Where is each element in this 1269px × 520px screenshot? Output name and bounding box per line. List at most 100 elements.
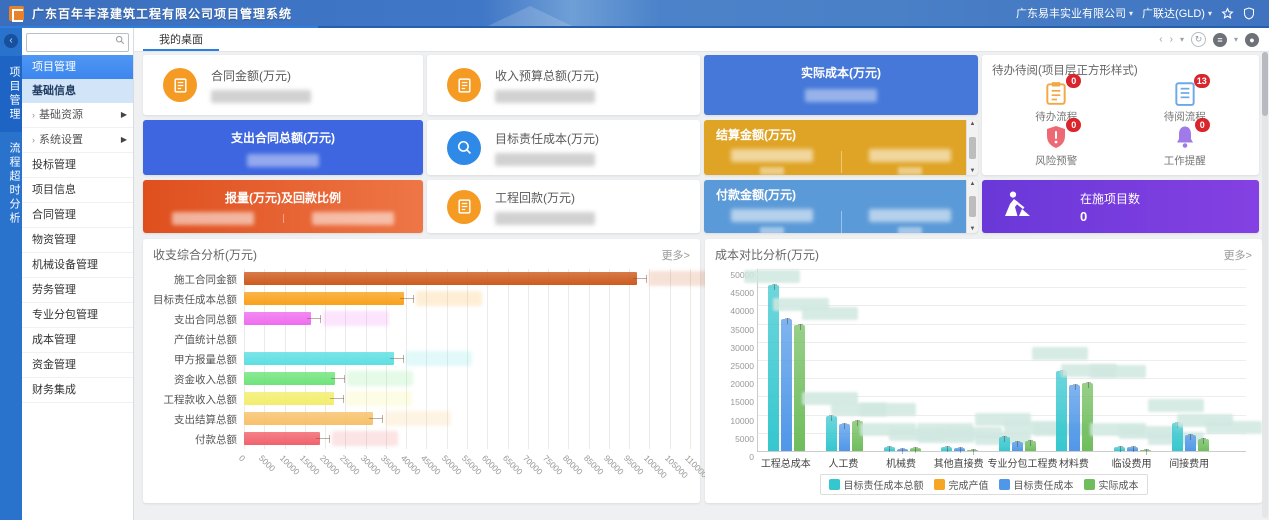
- value-label-blurred: [347, 371, 413, 386]
- sidebar-item[interactable]: 劳务管理: [22, 278, 133, 303]
- kpi-card-actual-cost[interactable]: 实际成本(万元): [704, 55, 978, 115]
- x-tick-label: 15000: [298, 453, 322, 477]
- app-window: 广东百年丰泽建筑工程有限公司项目管理系统 广东易丰实业有限公司 ▾ 广联达(GL…: [0, 0, 1269, 520]
- sidebar: 项目管理基础信息›基础资源▶›系统设置▶投标管理项目信息合同管理物资管理机械设备…: [22, 28, 134, 520]
- sidebar-item[interactable]: 项目信息: [22, 178, 133, 203]
- scrollbar[interactable]: [1262, 52, 1268, 518]
- kpi-card-report-quantity-ratio[interactable]: 报量(万元)及回款比例: [143, 180, 423, 233]
- org-switcher[interactable]: 广东易丰实业有限公司 ▾: [1016, 5, 1133, 21]
- bar-segment: [1198, 439, 1209, 451]
- worker-icon: [982, 190, 1052, 223]
- caret-down-icon[interactable]: ▾: [1234, 36, 1238, 44]
- sidebar-item[interactable]: 投标管理: [22, 153, 133, 178]
- y-tick-label: 45000: [730, 288, 758, 298]
- tab-bar: 我的桌面 ‹ › ▾ ↻ ≡ ▾ ●: [133, 28, 1269, 52]
- y-tick-label: 5000: [735, 434, 758, 444]
- todo-item-bell[interactable]: 0工作提醒: [1121, 124, 1250, 168]
- x-tick-label: 25000: [338, 453, 362, 477]
- bar-group: [1104, 269, 1162, 451]
- x-tick-label: 10000: [277, 453, 301, 477]
- chart-title: 成本对比分析(万元): [715, 246, 819, 263]
- more-link[interactable]: 更多>: [662, 247, 690, 263]
- card-value-blurred: [495, 90, 595, 103]
- card-value-blurred: [805, 89, 877, 102]
- x-tick-label: 55000: [460, 453, 484, 477]
- card-title: 报量(万元)及回款比例: [143, 189, 423, 206]
- category-label: 付款总额: [153, 432, 244, 447]
- shield-icon[interactable]: [1243, 7, 1255, 20]
- todo-item-label: 工作提醒: [1164, 153, 1206, 168]
- todo-item-document-lines[interactable]: 13待阅流程: [1121, 80, 1250, 124]
- favorite-star-icon[interactable]: [1221, 7, 1234, 20]
- legend-item[interactable]: 实际成本: [1084, 477, 1139, 492]
- todo-panel: 待办待阅(项目层正方形样式) 0待办流程13待阅流程0风险预警0工作提醒: [982, 55, 1259, 175]
- bar-group: [989, 269, 1047, 451]
- legend-swatch: [829, 479, 840, 490]
- sidebar-item[interactable]: 成本管理: [22, 328, 133, 353]
- sidebar-item[interactable]: 财务集成: [22, 378, 133, 403]
- card-carousel-scrollbar[interactable]: ▲▼: [966, 180, 978, 233]
- card-title: 合同金额(万元): [211, 67, 311, 84]
- kpi-card-active-project-count[interactable]: 在施项目数0: [982, 180, 1259, 233]
- x-tick-label: 45000: [419, 453, 443, 477]
- module-tab-item[interactable]: 流程超时分析: [0, 132, 22, 236]
- sidebar-item[interactable]: 机械设备管理: [22, 253, 133, 278]
- app-logo: [9, 6, 24, 21]
- legend-item[interactable]: 目标责任成本: [999, 477, 1074, 492]
- sidebar-item[interactable]: 专业分包管理: [22, 303, 133, 328]
- caret-down-icon[interactable]: ▾: [1180, 36, 1184, 44]
- sidebar-item[interactable]: 资金管理: [22, 353, 133, 378]
- category-label: 工程总成本: [757, 455, 815, 470]
- more-link[interactable]: 更多>: [1224, 247, 1252, 263]
- card-values-blurred: [143, 212, 423, 225]
- value-label-blurred: [744, 270, 800, 283]
- bar-segment: [244, 372, 335, 385]
- legend-item[interactable]: 目标责任成本总额: [829, 477, 924, 492]
- kpi-card-settlement-amount[interactable]: 结算金额(万元)▲▼: [704, 120, 978, 175]
- kpi-card-target-duty-cost[interactable]: 目标责任成本(万元): [427, 120, 700, 175]
- count-badge: 13: [1194, 74, 1210, 88]
- card-value: 0: [1080, 209, 1140, 224]
- tab-my-desktop[interactable]: 我的桌面: [143, 28, 219, 51]
- todo-item-clipboard[interactable]: 0待办流程: [992, 80, 1121, 124]
- kpi-card-project-payback[interactable]: 工程回款(万元): [427, 180, 700, 233]
- x-tick-label: 60000: [480, 453, 504, 477]
- chevron-right-icon[interactable]: ›: [1170, 35, 1173, 45]
- more-options-icon[interactable]: ●: [1245, 33, 1259, 47]
- card-carousel-scrollbar[interactable]: ▲▼: [966, 120, 978, 175]
- legend-swatch: [999, 479, 1010, 490]
- sidebar-search-input[interactable]: [26, 33, 129, 52]
- module-tab-active[interactable]: 项目管理: [0, 56, 22, 132]
- bar-segment: [967, 450, 978, 452]
- card-title: 结算金额(万元): [704, 126, 978, 143]
- kpi-card-payment-amount[interactable]: 付款金额(万元)▲▼: [704, 180, 978, 233]
- chevron-left-icon[interactable]: ‹: [1159, 35, 1162, 45]
- settings-icon[interactable]: ≡: [1213, 33, 1227, 47]
- x-tick-label: 65000: [500, 453, 524, 477]
- legend-swatch: [934, 479, 945, 490]
- legend-label: 实际成本: [1099, 477, 1139, 492]
- sidebar-item[interactable]: ›基础资源▶: [22, 103, 133, 128]
- kpi-card-expense-contract-total[interactable]: 支出合同总额(万元): [143, 120, 423, 175]
- user-menu[interactable]: 广联达(GLD) ▾: [1142, 5, 1212, 21]
- refresh-icon[interactable]: ↻: [1191, 32, 1206, 47]
- hbar-row: 付款总额: [153, 429, 690, 449]
- sidebar-item[interactable]: ›系统设置▶: [22, 128, 133, 153]
- kpi-card-contract-amount[interactable]: 合同金额(万元): [143, 55, 423, 115]
- bar-segment: [781, 319, 792, 451]
- bar-segment: [1172, 423, 1183, 451]
- legend-item[interactable]: 完成产值: [934, 477, 989, 492]
- y-tick-label: 35000: [730, 325, 758, 335]
- bar-segment: [244, 312, 311, 325]
- todo-item-shield-alert[interactable]: 0风险预警: [992, 124, 1121, 168]
- sidebar-item[interactable]: 合同管理: [22, 203, 133, 228]
- collapse-sidebar-button[interactable]: ‹: [4, 34, 18, 48]
- sidebar-item[interactable]: 基础信息: [22, 79, 133, 103]
- kpi-card-income-budget-total[interactable]: 收入预算总额(万元): [427, 55, 700, 115]
- sidebar-item[interactable]: 物资管理: [22, 228, 133, 253]
- x-tick-label: 50000: [440, 453, 464, 477]
- bar-segment: [910, 448, 921, 451]
- sidebar-item[interactable]: 项目管理: [22, 55, 133, 79]
- category-label: 人工费: [815, 455, 873, 470]
- category-label: 支出结算总额: [153, 412, 244, 427]
